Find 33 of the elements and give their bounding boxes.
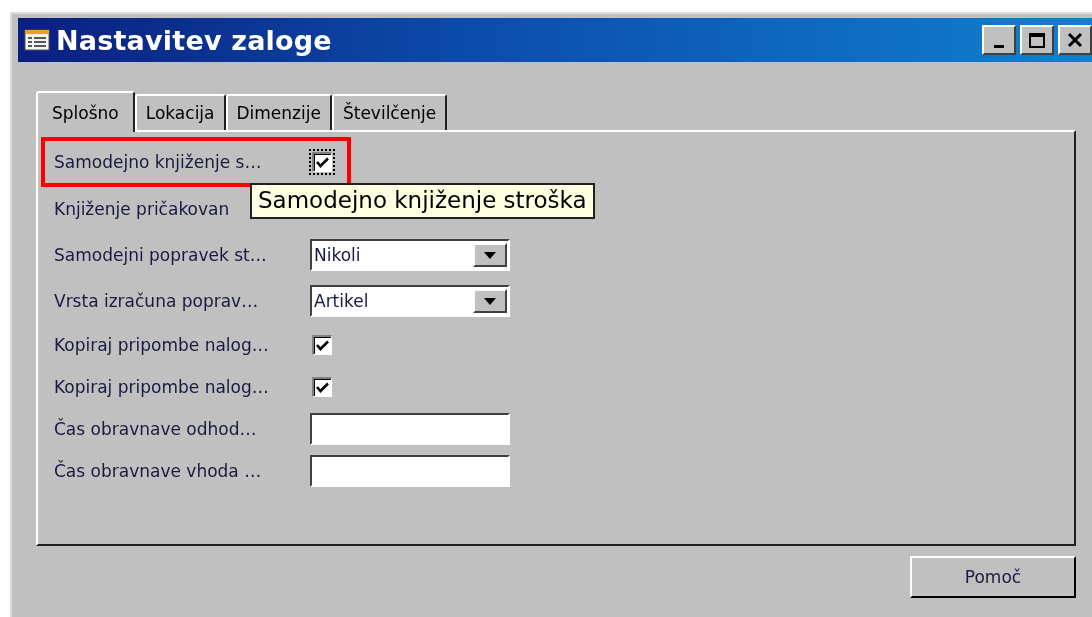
close-button[interactable]	[1058, 25, 1092, 55]
minimize-icon	[994, 44, 1004, 48]
field-label: Kopiraj pripombe nalog…	[54, 335, 270, 355]
tab[interactable]: Številčenje	[331, 94, 448, 130]
tab[interactable]: Lokacija	[134, 94, 226, 130]
field-label: Samodejno knjiženje s…	[54, 152, 263, 172]
checkmark-icon	[316, 156, 329, 169]
field-label: Samodejni popravek st…	[54, 245, 268, 265]
checkmark-icon	[316, 381, 329, 394]
window-title: Nastavitev zaloge	[56, 24, 333, 56]
table-icon	[24, 29, 50, 51]
dropdown[interactable]: Artikel	[310, 285, 510, 317]
checkmark-icon	[316, 339, 329, 352]
caret-icon	[484, 251, 496, 259]
caret-icon	[484, 297, 496, 305]
field-label: Čas obravnave odhod…	[54, 419, 258, 439]
field-label: Kopiraj pripombe nalog…	[54, 377, 270, 397]
help-button[interactable]: Pomoč	[910, 556, 1076, 598]
field-label: Vrsta izračuna poprav…	[54, 291, 260, 311]
maximize-icon	[1029, 32, 1045, 48]
dropdown[interactable]: Nikoli	[310, 239, 510, 271]
input-field[interactable]	[310, 455, 510, 487]
maximize-button[interactable]	[1020, 25, 1054, 55]
field-label: Čas obravnave vhoda …	[54, 461, 263, 481]
input-field[interactable]	[310, 413, 510, 445]
minimize-button[interactable]	[982, 25, 1016, 55]
tab[interactable]: Dimenzije	[225, 94, 332, 130]
checkbox[interactable]	[312, 377, 332, 397]
close-icon	[1067, 32, 1083, 48]
checkbox[interactable]	[312, 335, 332, 355]
tab[interactable]: Splošno	[36, 91, 135, 132]
checkbox[interactable]	[312, 152, 332, 172]
tooltip: Samodejno knjiženje stroška	[250, 183, 595, 219]
